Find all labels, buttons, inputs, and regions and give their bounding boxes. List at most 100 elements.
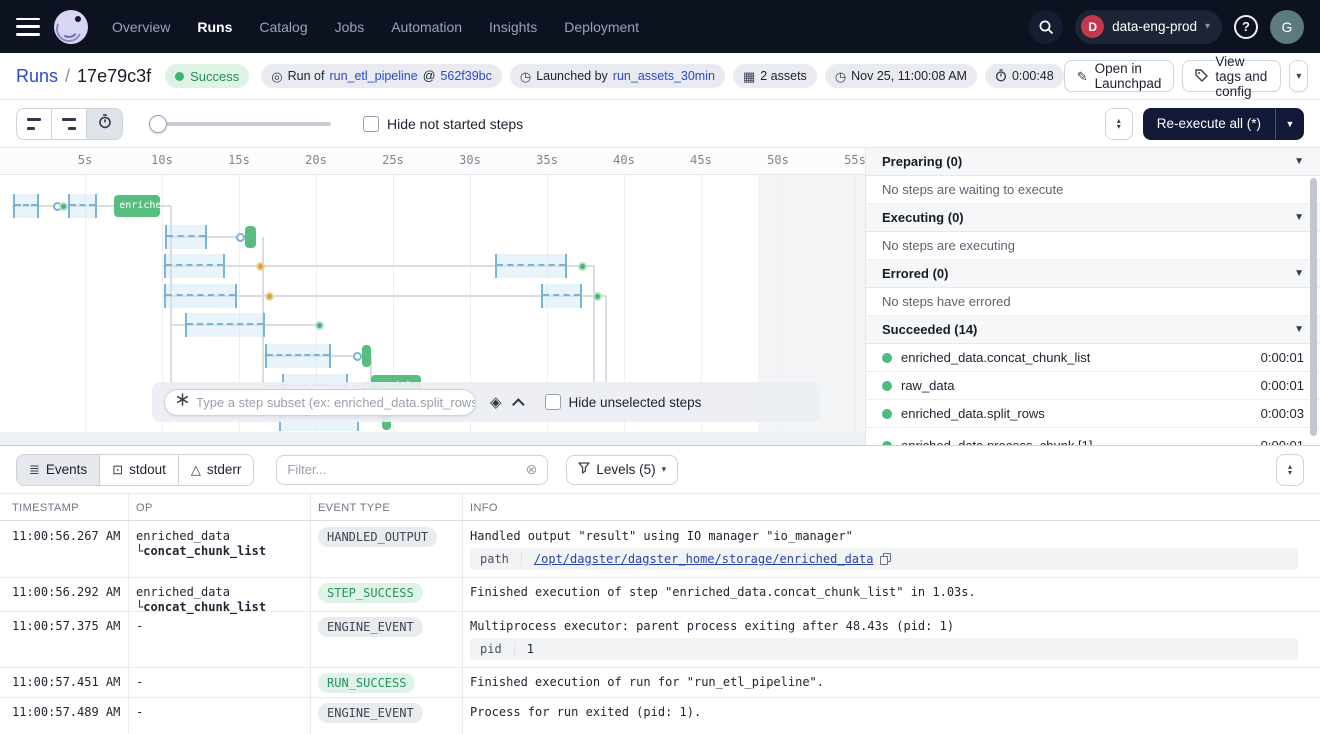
caret-down-icon: ▼ <box>1294 324 1304 335</box>
chevron-up-icon[interactable] <box>512 398 525 411</box>
tab-stderr[interactable]: △stderr <box>179 455 254 485</box>
storage-path-link[interactable]: /opt/dagster/dagster_home/storage/enrich… <box>534 552 874 566</box>
gantt-step-bar[interactable]: enriche. <box>114 195 160 217</box>
search-icon[interactable] <box>1029 10 1063 44</box>
user-avatar[interactable]: G <box>1270 10 1304 44</box>
col-event-type: EVENT TYPE <box>318 502 390 514</box>
workspace-name: data-eng-prod <box>1112 19 1197 34</box>
step-row[interactable]: enriched_data.process_chunk [1] 0:00:01 <box>866 432 1320 445</box>
gantt-step-dot[interactable] <box>256 262 265 271</box>
timed-mode-button[interactable] <box>87 109 122 139</box>
event-info: Finished execution of run for "run_etl_p… <box>470 675 1298 689</box>
gantt-wait-box <box>265 344 331 368</box>
errored-empty-text: No steps have errored <box>866 288 1320 316</box>
nav-item-deployment[interactable]: Deployment <box>564 19 639 35</box>
event-row[interactable]: 11:00:57.451 AM - RUN_SUCCESS Finished e… <box>0 668 1320 698</box>
section-errored[interactable]: Errored (0)▼ <box>866 260 1320 288</box>
run-tags: ◎ Run of run_etl_pipeline @ 562f39bc ◷ L… <box>261 64 1063 88</box>
section-succeeded[interactable]: Succeeded (14)▼ <box>866 316 1320 344</box>
menu-icon[interactable] <box>16 18 40 36</box>
events-toolbar: ≣Events ⊡stdout △stderr Filter... ⊗ Leve… <box>0 446 1320 493</box>
event-row[interactable]: 11:00:56.292 AM enriched_data└concat_chu… <box>0 578 1320 612</box>
nav-item-jobs[interactable]: Jobs <box>335 19 365 35</box>
gantt-step-bar[interactable] <box>245 226 256 248</box>
tag-start-time: ◷ Nov 25, 11:00:08 AM <box>825 64 977 88</box>
flatten-left-mode-button[interactable] <box>17 109 52 139</box>
gantt-hscrollbar[interactable] <box>0 432 865 445</box>
section-preparing[interactable]: Preparing (0)▼ <box>866 148 1320 176</box>
align-right-icon <box>62 118 76 130</box>
filter-input[interactable]: Filter... ⊗ <box>276 455 548 485</box>
log-type-tabs: ≣Events ⊡stdout △stderr <box>16 454 254 486</box>
open-in-launchpad-button[interactable]: ✎ Open in Launchpad <box>1064 60 1175 92</box>
nav-item-insights[interactable]: Insights <box>489 19 537 35</box>
clear-filter-icon[interactable]: ⊗ <box>526 461 538 478</box>
gantt-axis-tick: 45s <box>690 153 712 167</box>
hide-not-started-checkbox[interactable] <box>363 116 379 132</box>
chevron-down-icon[interactable]: ▼ <box>1276 119 1304 129</box>
warning-triangle-icon: △ <box>191 462 201 478</box>
clock-icon: ◷ <box>520 70 531 83</box>
run-header-more-button[interactable]: ▾ <box>1289 60 1308 92</box>
event-row[interactable]: 11:00:57.375 AM - ENGINE_EVENT Multiproc… <box>0 612 1320 668</box>
nav-item-catalog[interactable]: Catalog <box>259 19 307 35</box>
gantt-step-dot[interactable] <box>59 202 68 211</box>
grid-icon: ▦ <box>743 70 755 83</box>
events-expand-button[interactable]: ▴▾ <box>1276 454 1304 486</box>
section-executing[interactable]: Executing (0)▼ <box>866 204 1320 232</box>
tab-events[interactable]: ≣Events <box>17 455 100 485</box>
step-row[interactable]: enriched_data.concat_chunk_list 0:00:01 <box>866 344 1320 372</box>
commit-link[interactable]: 562f39bc <box>440 69 491 83</box>
step-row[interactable]: enriched_data.split_rows 0:00:03 <box>866 400 1320 428</box>
levels-dropdown[interactable]: Levels (5) ▾ <box>566 455 678 485</box>
gantt-step-dot[interactable] <box>265 292 274 301</box>
nav-item-overview[interactable]: Overview <box>112 19 170 35</box>
event-row[interactable]: 11:00:57.489 AM - ENGINE_EVENT Process f… <box>0 698 1320 734</box>
nav-item-runs[interactable]: Runs <box>197 19 232 35</box>
gantt-step-dot[interactable] <box>593 292 602 301</box>
gantt-step-bar[interactable] <box>362 345 371 367</box>
tag-assets[interactable]: ▦ 2 assets <box>733 64 817 88</box>
events-table-header: TIMESTAMP OP EVENT TYPE INFO <box>0 493 1320 521</box>
panel-scrollbar[interactable] <box>1310 178 1317 436</box>
gantt-step-dot[interactable] <box>578 262 587 271</box>
hide-unselected-checkbox[interactable] <box>545 394 561 410</box>
copy-icon[interactable] <box>880 553 891 565</box>
tag-launched-by[interactable]: ◷ Launched by run_assets_30min <box>510 64 725 88</box>
breadcrumb-runs-link[interactable]: Runs <box>16 66 58 87</box>
gantt-step-dot[interactable] <box>315 321 324 330</box>
slider-knob[interactable] <box>149 115 167 133</box>
step-subset-input[interactable]: Type a step subset (ex: enriched_data.sp… <box>164 389 476 416</box>
tab-stdout[interactable]: ⊡stdout <box>100 455 179 485</box>
tag-duration: 0:00:48 <box>985 64 1064 88</box>
col-op: OP <box>136 502 153 514</box>
help-icon[interactable]: ? <box>1234 15 1258 39</box>
gantt-zoom-slider[interactable] <box>151 115 331 133</box>
event-op: - <box>136 675 143 690</box>
nav-item-automation[interactable]: Automation <box>391 19 462 35</box>
gantt-expand-button[interactable]: ▴▾ <box>1105 108 1133 140</box>
reexecute-all-button[interactable]: Re-execute all (*) ▼ <box>1143 108 1304 140</box>
success-dot-icon <box>882 353 892 363</box>
dagster-logo-icon[interactable] <box>54 10 88 44</box>
success-dot-icon <box>175 72 184 81</box>
pipeline-link[interactable]: run_etl_pipeline <box>329 69 417 83</box>
gantt-axis-tick: 40s <box>613 153 635 167</box>
schedule-link[interactable]: run_assets_30min <box>613 69 715 83</box>
event-timestamp: 11:00:57.451 AM <box>12 675 120 689</box>
gantt-step-dot[interactable] <box>353 352 362 361</box>
tag-run-of[interactable]: ◎ Run of run_etl_pipeline @ 562f39bc <box>261 64 502 88</box>
step-row[interactable]: raw_data 0:00:01 <box>866 372 1320 400</box>
gantt-step-dot[interactable] <box>236 233 245 242</box>
run-header-buttons: ✎ Open in Launchpad View tags and config… <box>1064 60 1309 92</box>
funnel-icon <box>578 462 590 477</box>
gantt-wait-box <box>541 284 583 308</box>
layers-icon[interactable]: ◈ <box>490 395 502 410</box>
event-row[interactable]: 11:00:56.267 AM enriched_data└concat_chu… <box>0 522 1320 578</box>
tag-icon <box>1195 69 1208 84</box>
view-tags-config-button[interactable]: View tags and config <box>1182 60 1281 92</box>
waterfall-mode-button[interactable] <box>52 109 87 139</box>
gantt-chart: 5s10s15s20s25s30s35s40s45s50s55s enriche… <box>0 148 865 445</box>
workspace-switcher[interactable]: D data-eng-prod ▾ <box>1075 10 1222 44</box>
preparing-empty-text: No steps are waiting to execute <box>866 176 1320 204</box>
